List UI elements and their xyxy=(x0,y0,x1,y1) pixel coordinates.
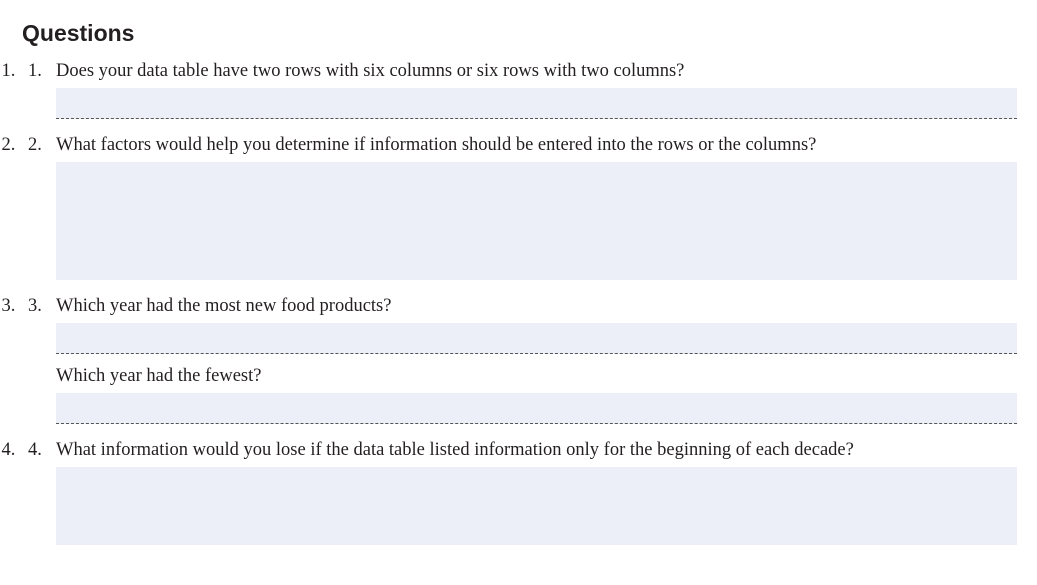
question-4: What information would you lose if the d… xyxy=(20,438,1017,545)
answer-input-4[interactable] xyxy=(56,467,1017,545)
answer-input-3a[interactable] xyxy=(56,323,1017,354)
answer-input-3b[interactable] xyxy=(56,393,1017,424)
question-3b-text: Which year had the fewest? xyxy=(56,364,1017,389)
question-2: What factors would help you determine if… xyxy=(20,133,1017,280)
question-list: Does your data table have two rows with … xyxy=(20,59,1017,545)
question-3: Which year had the most new food product… xyxy=(20,294,1017,424)
question-4-text: What information would you lose if the d… xyxy=(56,438,1017,463)
question-1-text: Does your data table have two rows with … xyxy=(56,59,1017,84)
question-3a-text: Which year had the most new food product… xyxy=(56,294,1017,319)
answer-input-2[interactable] xyxy=(56,162,1017,280)
answer-input-1[interactable] xyxy=(56,88,1017,119)
question-2-text: What factors would help you determine if… xyxy=(56,133,1017,158)
question-1: Does your data table have two rows with … xyxy=(20,59,1017,119)
section-heading: Questions xyxy=(22,20,1017,47)
